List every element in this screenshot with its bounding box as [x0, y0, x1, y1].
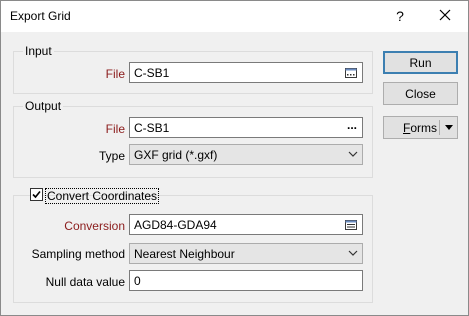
close-icon [439, 9, 451, 21]
run-button[interactable]: Run [383, 51, 458, 74]
help-button[interactable]: ? [386, 5, 414, 27]
sampling-method-value: Nearest Neighbour [134, 247, 235, 261]
window-title: Export Grid [10, 9, 71, 23]
run-button-label: Run [409, 56, 432, 70]
forms-button-label: Forms [403, 121, 437, 135]
input-file-label: File [105, 67, 125, 81]
input-group-legend: Input [23, 44, 54, 58]
output-file-label: File [105, 122, 125, 136]
dropdown-arrow-icon[interactable] [445, 125, 453, 130]
chevron-down-icon [348, 151, 358, 157]
title-bar: Export Grid ? [1, 1, 468, 32]
close-button-label: Close [405, 87, 436, 101]
output-type-value: GXF grid (*.gxf) [134, 148, 218, 162]
output-type-select[interactable]: GXF grid (*.gxf) [129, 144, 363, 165]
null-data-value: 0 [134, 274, 141, 288]
forms-button[interactable]: Forms [383, 116, 458, 139]
convert-coordinates-checkbox[interactable] [30, 188, 43, 201]
conversion-value: AGD84-GDA94 [134, 218, 217, 232]
output-file-browse-button[interactable]: ... [347, 118, 357, 132]
chevron-down-icon [348, 250, 358, 256]
input-file-field[interactable]: C-SB1 [129, 62, 363, 83]
forms-divider [439, 120, 440, 135]
input-file-value: C-SB1 [134, 66, 170, 80]
output-file-value: C-SB1 [134, 121, 170, 135]
sampling-method-select[interactable]: Nearest Neighbour [129, 243, 363, 264]
browse-icon[interactable] [344, 66, 358, 80]
close-button[interactable]: Close [383, 82, 458, 105]
checkmark-icon [32, 190, 41, 199]
export-grid-dialog: Export Grid ? Input File C-SB1 Output Fi [0, 0, 469, 316]
conversion-label: Conversion [64, 219, 125, 233]
null-data-value-input[interactable]: 0 [129, 270, 363, 291]
output-group-legend: Output [23, 99, 64, 113]
output-type-label: Type [98, 149, 125, 163]
list-icon[interactable] [344, 218, 358, 232]
output-file-field[interactable]: C-SB1 ... [129, 117, 363, 138]
null-data-value-label: Null data value [45, 275, 125, 289]
close-window-button[interactable] [430, 5, 460, 27]
conversion-field[interactable]: AGD84-GDA94 [129, 214, 363, 235]
sampling-method-label: Sampling method [31, 247, 125, 261]
convert-coordinates-label[interactable]: Convert Coordinates [45, 188, 160, 204]
forms-label-rest: orms [410, 121, 438, 135]
